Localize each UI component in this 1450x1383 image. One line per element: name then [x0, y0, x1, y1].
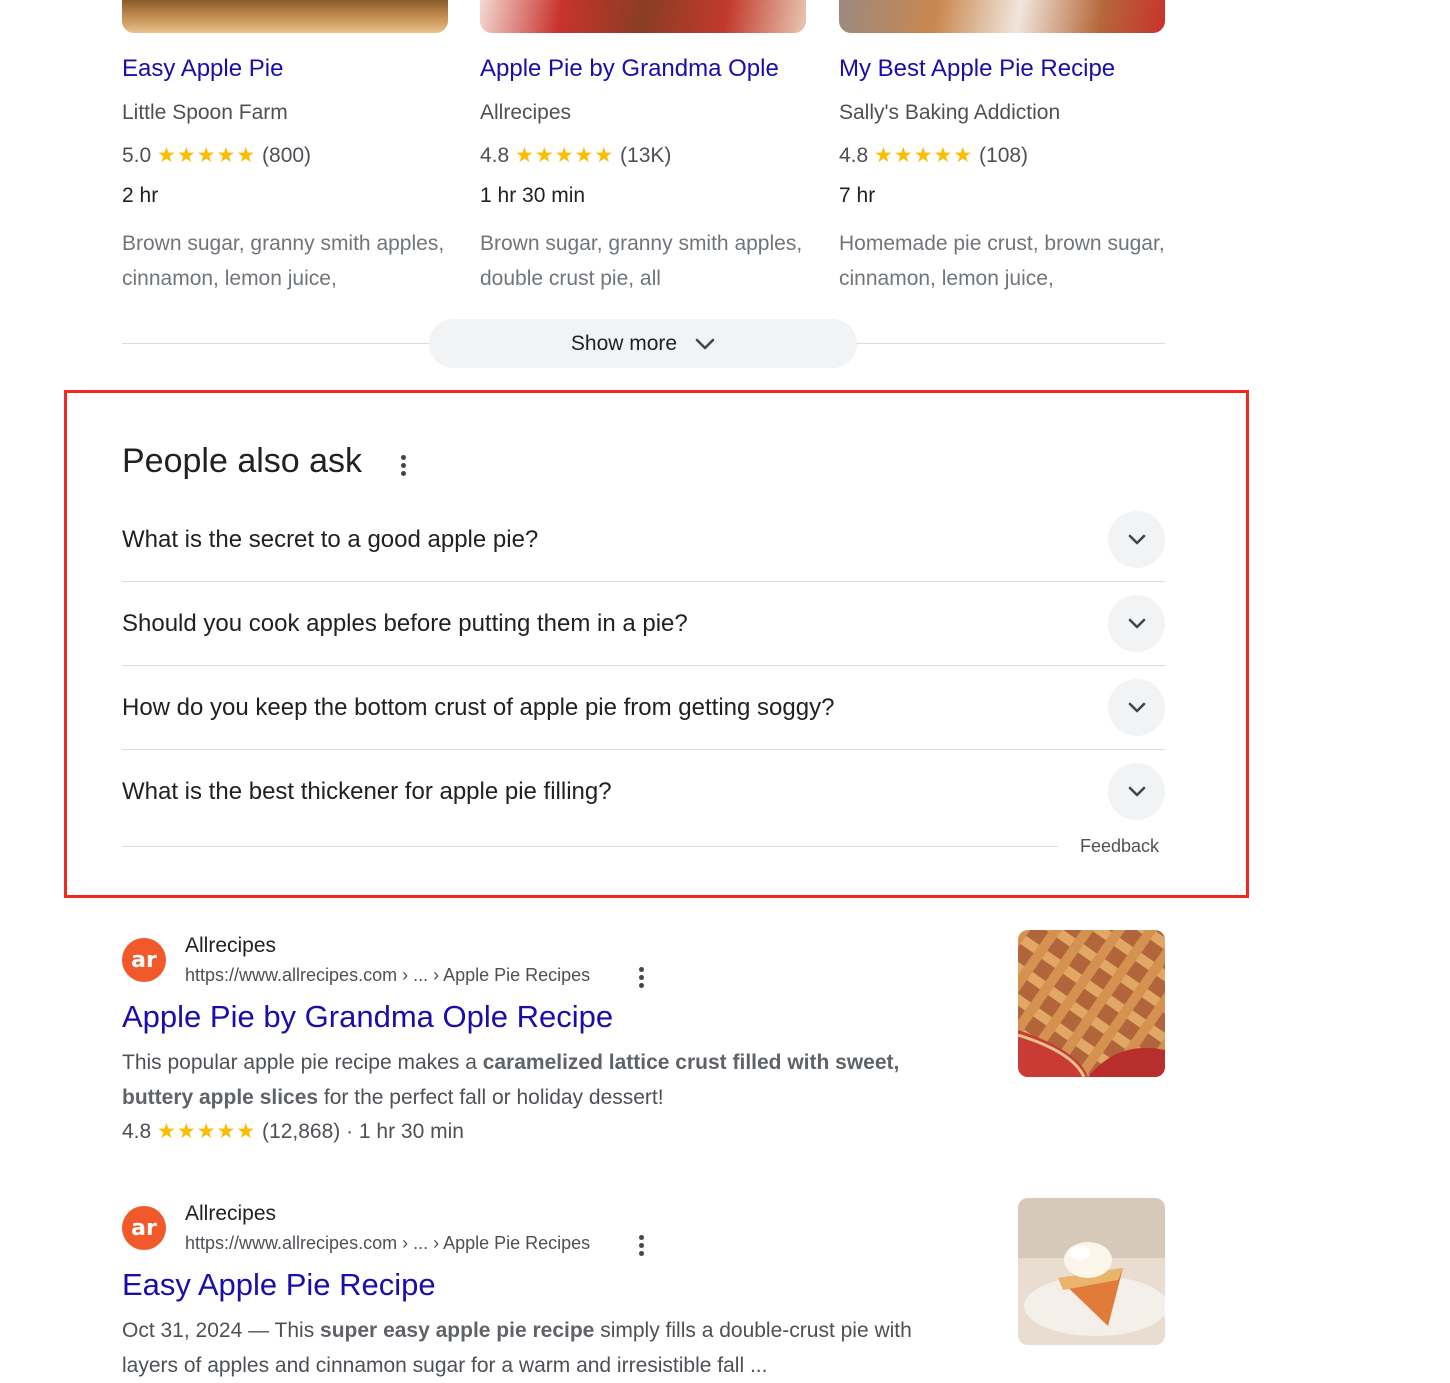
site-name[interactable]: Allrecipes	[185, 1202, 276, 1226]
paa-heading: People also ask	[122, 442, 363, 480]
more-options-icon[interactable]	[401, 455, 407, 477]
recipe-title[interactable]: Easy Apple Pie	[122, 55, 283, 83]
expand-button[interactable]	[1108, 595, 1165, 652]
show-more-label: Show more	[570, 331, 678, 355]
rating-value: 4.8	[839, 144, 869, 167]
recipe-title[interactable]: Apple Pie by Grandma Ople	[480, 55, 779, 83]
expand-button[interactable]	[1108, 763, 1165, 820]
star-rating-icon: ★★★★★	[874, 144, 974, 167]
expand-button[interactable]	[1108, 679, 1165, 736]
rating-value: 4.8	[122, 1120, 152, 1143]
chevron-down-icon	[1128, 534, 1145, 544]
result-meta: (12,868) · 1 hr 30 min	[262, 1120, 464, 1143]
star-rating-icon: ★★★★★	[515, 144, 615, 167]
recipe-rating: 5.0 ★★★★★ (800)	[122, 143, 311, 168]
paa-question[interactable]: What is the best thickener for apple pie…	[122, 750, 1165, 834]
review-count: (108)	[979, 144, 1029, 167]
result-thumbnail[interactable]	[1018, 1198, 1165, 1345]
recipe-source: Sally's Baking Addiction	[839, 101, 1061, 124]
recipe-time: 7 hr	[839, 184, 876, 207]
question-text: Should you cook apples before putting th…	[122, 610, 688, 637]
feedback-link[interactable]: Feedback	[1080, 836, 1159, 857]
allrecipes-favicon-icon[interactable]: ar	[122, 1206, 166, 1250]
site-url[interactable]: https://www.allrecipes.com › ... › Apple…	[185, 965, 590, 986]
recipe-source: Allrecipes	[480, 101, 572, 124]
more-options-icon[interactable]	[639, 1235, 645, 1257]
recipe-rating: 4.8 ★★★★★ (108)	[839, 143, 1028, 168]
question-text: What is the best thickener for apple pie…	[122, 778, 612, 805]
recipe-image[interactable]	[480, 0, 806, 33]
result-thumbnail[interactable]	[1018, 930, 1165, 1077]
result-title-link[interactable]: Easy Apple Pie Recipe	[122, 1267, 436, 1303]
recipe-rating: 4.8 ★★★★★ (13K)	[480, 143, 671, 168]
show-more-button[interactable]: Show more	[429, 319, 857, 368]
result-title-link[interactable]: Apple Pie by Grandma Ople Recipe	[122, 999, 613, 1035]
recipe-source: Little Spoon Farm	[122, 101, 288, 124]
chevron-down-icon	[1128, 786, 1145, 796]
paa-question[interactable]: What is the secret to a good apple pie?	[122, 498, 1165, 582]
recipe-ingredients: Homemade pie crust, brown sugar, cinnamo…	[839, 232, 1165, 290]
rating-value: 5.0	[122, 144, 152, 167]
paa-question[interactable]: How do you keep the bottom crust of appl…	[122, 666, 1165, 750]
site-url[interactable]: https://www.allrecipes.com › ... › Apple…	[185, 1233, 590, 1254]
site-name[interactable]: Allrecipes	[185, 934, 276, 958]
rating-value: 4.8	[480, 144, 510, 167]
chevron-down-icon	[695, 338, 715, 349]
snippet-text: This popular apple pie recipe makes a	[122, 1051, 483, 1074]
recipe-image[interactable]	[839, 0, 1165, 33]
star-rating-icon: ★★★★★	[157, 144, 257, 167]
recipe-ingredients: Brown sugar, granny smith apples, cinnam…	[122, 232, 445, 290]
recipe-title[interactable]: My Best Apple Pie Recipe	[839, 55, 1115, 83]
question-text: What is the secret to a good apple pie?	[122, 526, 539, 553]
star-rating-icon: ★★★★★	[157, 1120, 257, 1143]
result-snippet: Oct 31, 2024 — This super easy apple pie…	[122, 1313, 962, 1383]
review-count: (800)	[262, 144, 312, 167]
snippet-text: Oct 31, 2024 — This	[122, 1319, 321, 1342]
snippet-text: for the perfect fall or holiday dessert!	[318, 1086, 664, 1109]
allrecipes-favicon-icon[interactable]: ar	[122, 938, 166, 982]
snippet-highlight: super easy apple pie recipe	[320, 1319, 595, 1342]
recipe-time: 2 hr	[122, 184, 159, 207]
question-text: How do you keep the bottom crust of appl…	[122, 694, 835, 721]
paa-question[interactable]: Should you cook apples before putting th…	[122, 582, 1165, 666]
search-result: ar Allrecipes https://www.allrecipes.com…	[122, 930, 1165, 1145]
result-snippet: This popular apple pie recipe makes a ca…	[122, 1045, 962, 1115]
feedback-divider	[122, 846, 1058, 847]
chevron-down-icon	[1128, 618, 1145, 628]
recipe-time: 1 hr 30 min	[480, 184, 586, 207]
recipe-image[interactable]	[122, 0, 448, 33]
review-count: (13K)	[620, 144, 672, 167]
more-options-icon[interactable]	[639, 967, 645, 989]
recipe-ingredients: Brown sugar, granny smith apples, double…	[480, 232, 803, 290]
expand-button[interactable]	[1108, 511, 1165, 568]
search-result: ar Allrecipes https://www.allrecipes.com…	[122, 1198, 1165, 1377]
chevron-down-icon	[1128, 702, 1145, 712]
result-rating: 4.8 ★★★★★ (12,868) · 1 hr 30 min	[122, 1119, 464, 1144]
